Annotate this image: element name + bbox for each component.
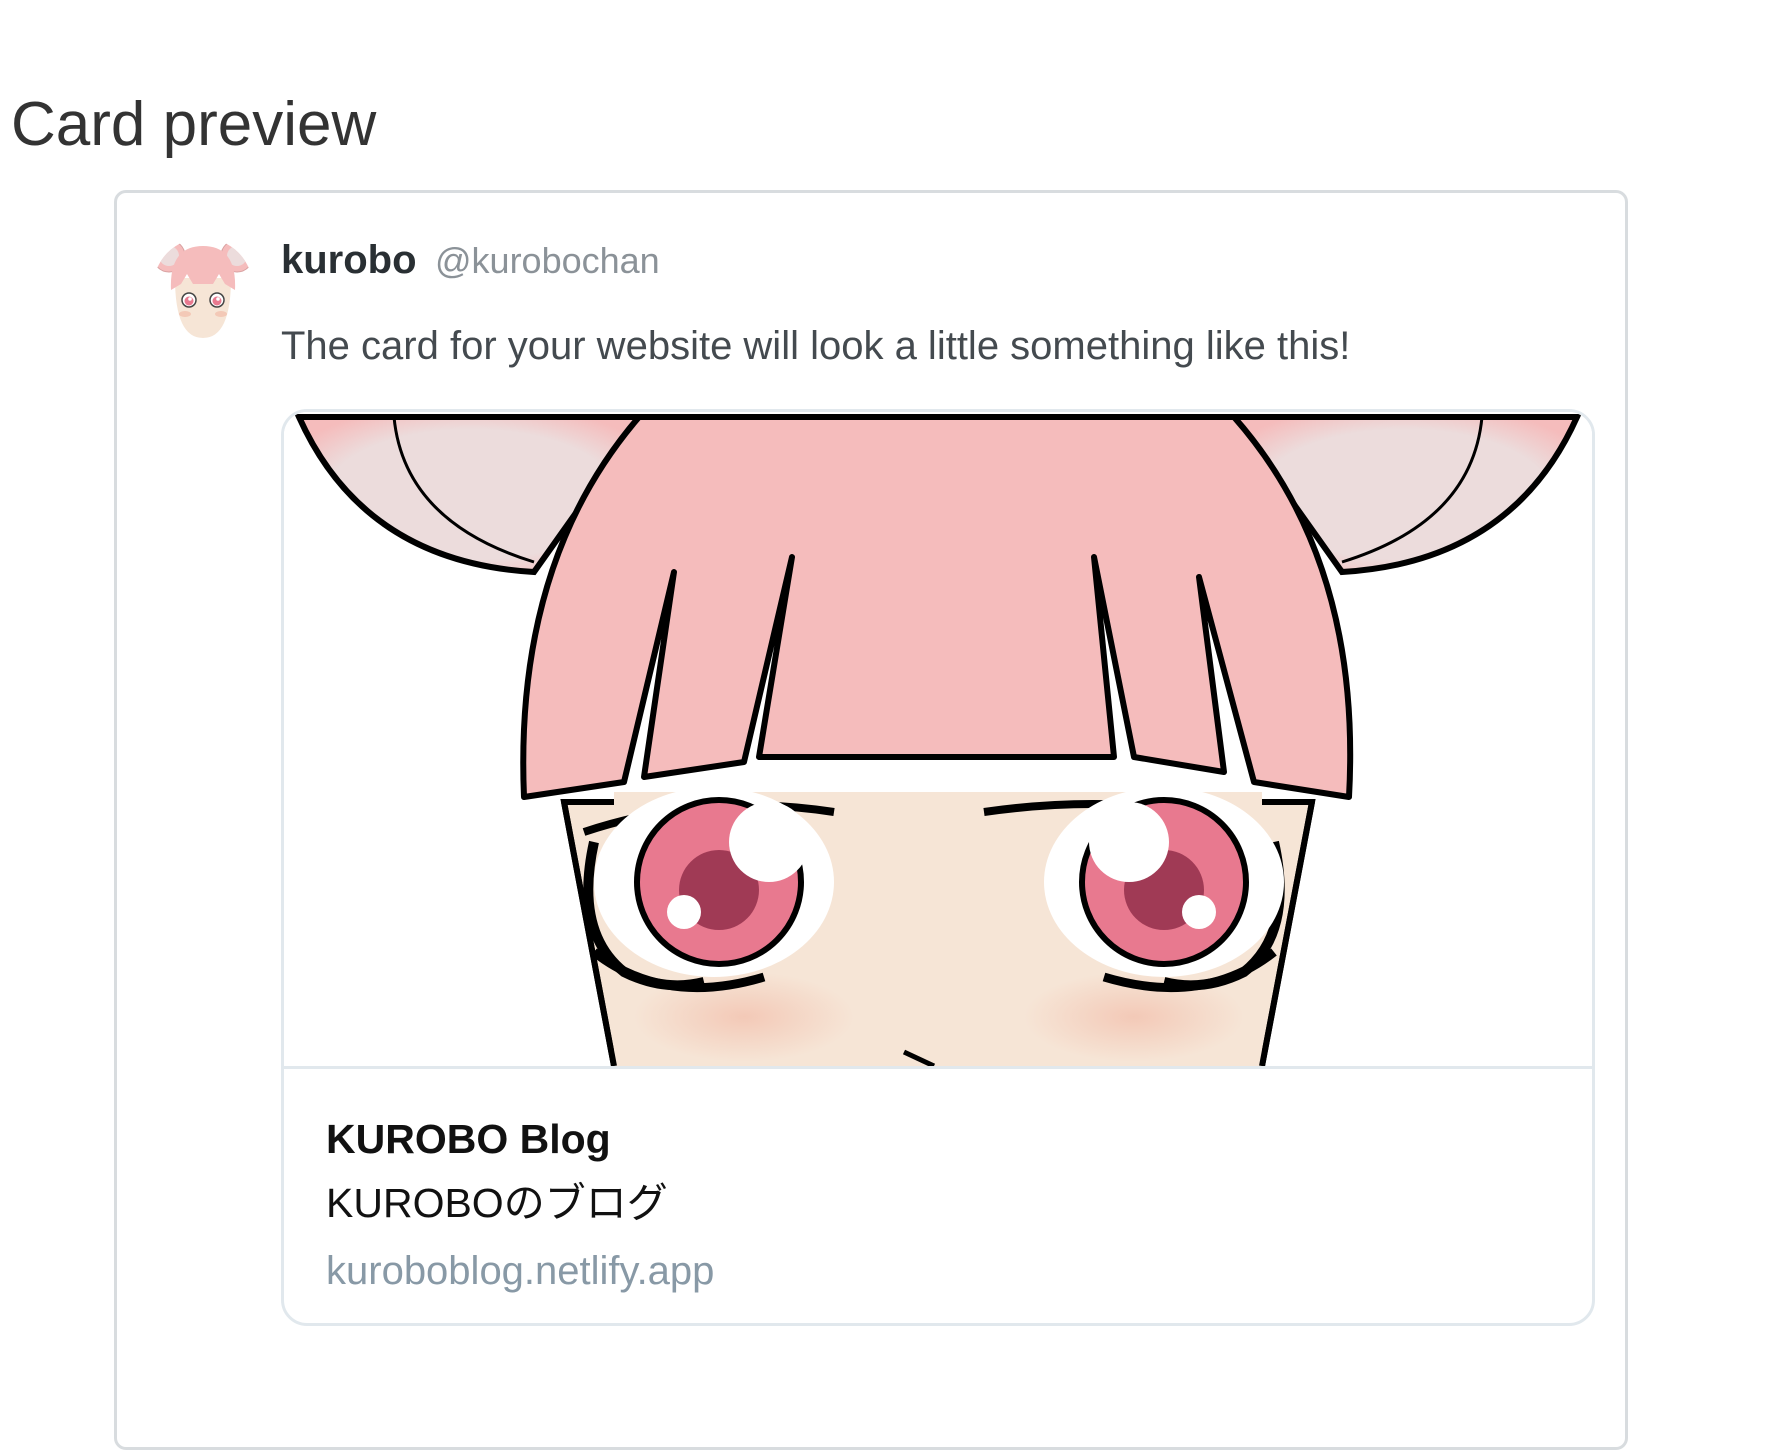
link-card[interactable]: KUROBO Blog KUROBOのブログ kuroboblog.netlif… bbox=[281, 409, 1595, 1326]
page-title: Card preview bbox=[11, 90, 377, 159]
card-url[interactable]: kuroboblog.netlify.app bbox=[326, 1246, 714, 1296]
tweet-user-line: kurobo @kurobochan bbox=[281, 235, 660, 294]
card-title[interactable]: KUROBO Blog bbox=[326, 1114, 611, 1164]
user-handle[interactable]: @kurobochan bbox=[435, 240, 660, 281]
card-image[interactable] bbox=[284, 412, 1592, 1069]
tweet-text: The card for your website will look a li… bbox=[281, 324, 1351, 368]
display-name[interactable]: kurobo bbox=[281, 238, 417, 282]
card-description: KUROBOのブログ bbox=[326, 1180, 668, 1226]
anime-girl-illustration bbox=[284, 412, 1592, 1066]
anime-girl-avatar-icon bbox=[153, 238, 253, 338]
tweet-preview: kurobo @kurobochan The card for your web… bbox=[114, 190, 1628, 1450]
avatar[interactable] bbox=[153, 238, 253, 338]
